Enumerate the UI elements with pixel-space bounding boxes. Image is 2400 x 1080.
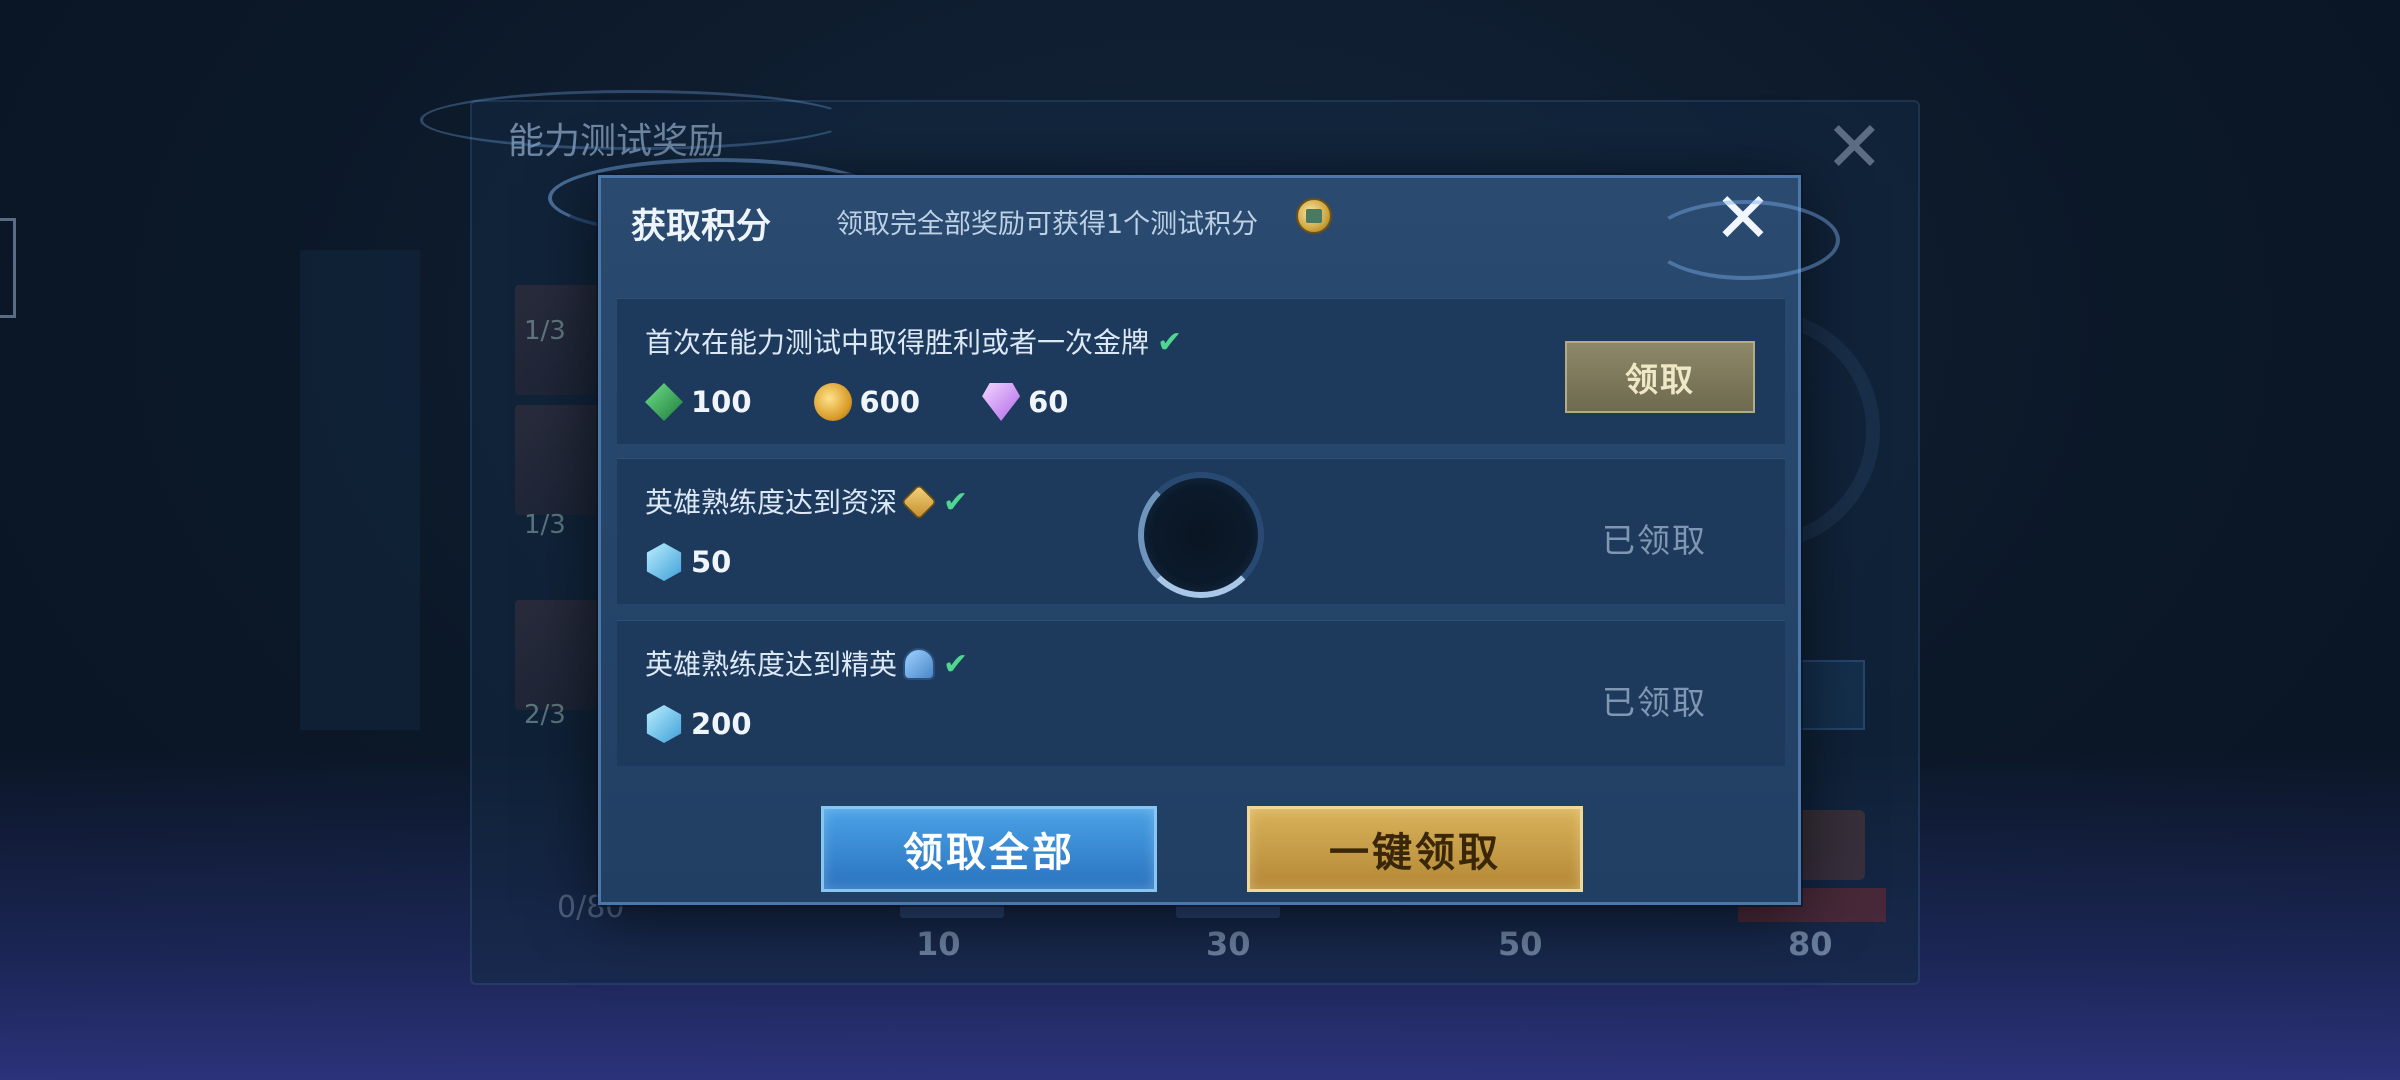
background-column xyxy=(300,250,420,730)
task-title: 英雄熟练度达到精英 xyxy=(645,648,898,681)
blue-crystal-icon xyxy=(646,705,682,743)
task-title: 首次在能力测试中取得胜利或者一次金牌 xyxy=(645,326,1150,359)
reward-item: 50 xyxy=(645,543,731,581)
one-click-claim-button[interactable]: 一键领取 xyxy=(1247,806,1583,892)
background-fraction: 1/3 xyxy=(524,510,566,540)
background-fraction: 2/3 xyxy=(524,700,566,730)
task-row: 英雄熟练度达到精英 ✔ 200 已领取 xyxy=(617,620,1785,766)
reward-list: 50 xyxy=(645,543,731,581)
elite-badge-icon xyxy=(903,648,936,680)
task-title: 英雄熟练度达到资深 xyxy=(645,486,898,519)
purple-diamond-icon xyxy=(982,383,1021,421)
background-tick: 30 xyxy=(1206,925,1251,963)
background-fraction: 1/3 xyxy=(524,316,566,346)
reward-item: 200 xyxy=(645,705,752,743)
reward-list: 100 600 60 xyxy=(645,383,1068,421)
background-tick: 80 xyxy=(1788,925,1833,963)
reward-value: 600 xyxy=(859,385,921,419)
check-icon: ✔ xyxy=(943,485,969,520)
task-row: 首次在能力测试中取得胜利或者一次金牌 ✔ 100 600 60 领取 xyxy=(617,298,1785,444)
reward-value: 60 xyxy=(1028,385,1069,419)
background-tick: 50 xyxy=(1498,925,1543,963)
background-close-icon[interactable]: ✕ xyxy=(1825,112,1884,182)
reward-value: 100 xyxy=(691,385,752,419)
reward-item: 60 xyxy=(982,383,1068,421)
claimed-status: 已领取 xyxy=(1602,521,1707,560)
gold-coin-icon xyxy=(813,383,852,421)
test-point-coin-icon xyxy=(1296,198,1332,234)
background-tick: 10 xyxy=(916,925,961,963)
reward-list: 200 xyxy=(645,705,752,743)
reward-value: 200 xyxy=(691,707,752,741)
reward-value: 50 xyxy=(691,545,732,579)
modal-title: 获取积分 xyxy=(631,207,772,247)
loading-spinner xyxy=(1138,472,1264,598)
left-edge-tab xyxy=(0,218,16,318)
cloud-swirl-decoration xyxy=(420,90,850,150)
claim-button[interactable]: 领取 xyxy=(1565,341,1755,413)
task-title-line: 首次在能力测试中取得胜利或者一次金牌 ✔ xyxy=(645,321,1182,361)
reward-item: 600 xyxy=(813,383,921,421)
cloud-swirl-decoration xyxy=(1650,200,1840,280)
modal-subtitle: 领取完全部奖励可获得1个测试积分 xyxy=(836,209,1259,240)
claimed-status: 已领取 xyxy=(1602,683,1707,722)
green-gem-icon xyxy=(645,383,683,421)
claim-all-button[interactable]: 领取全部 xyxy=(821,806,1157,892)
veteran-badge-icon xyxy=(900,483,938,521)
check-icon: ✔ xyxy=(943,647,969,682)
task-title-line: 英雄熟练度达到资深 ✔ xyxy=(645,481,968,521)
task-title-line: 英雄熟练度达到精英 ✔ xyxy=(645,643,968,683)
reward-item: 100 xyxy=(645,383,752,421)
check-icon: ✔ xyxy=(1157,325,1183,360)
modal-header: 获取积分 领取完全部奖励可获得1个测试积分 ✕ xyxy=(601,178,1798,260)
blue-crystal-icon xyxy=(646,543,682,581)
